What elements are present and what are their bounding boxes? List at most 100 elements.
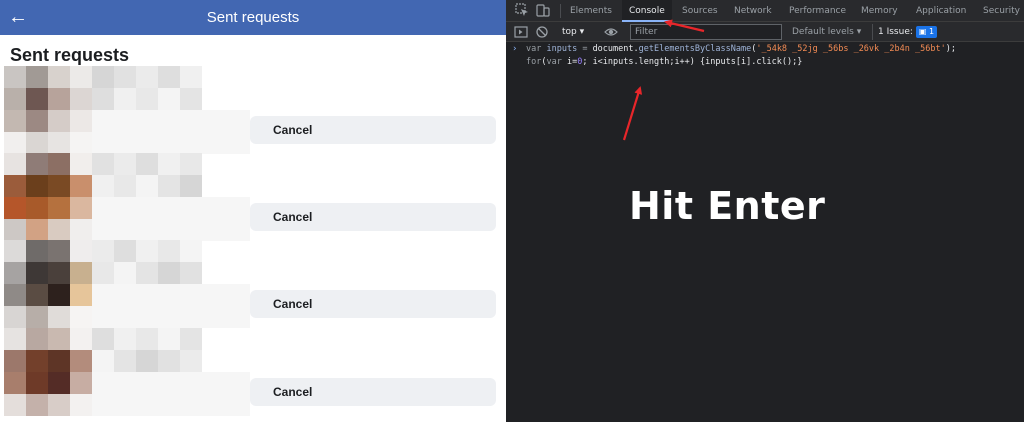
blurred-avatar-pixel <box>48 372 70 394</box>
blurred-avatar-pixel <box>26 175 48 197</box>
blurred-avatar-pixel <box>4 197 26 219</box>
blurred-avatar-pixel <box>48 284 70 306</box>
blurred-avatar-pixel <box>48 262 70 284</box>
blurred-name-pixel <box>92 240 114 262</box>
prompt-chevron-icon: › <box>512 44 518 54</box>
blurred-avatar-pixel <box>48 175 70 197</box>
blurred-avatar-pixel <box>26 197 48 219</box>
blurred-avatar-pixel <box>26 328 48 350</box>
blurred-avatar-pixel <box>4 88 26 110</box>
blurred-avatar-pixel <box>26 132 48 154</box>
clear-console-icon[interactable] <box>535 25 549 39</box>
cancel-request-button[interactable]: Cancel <box>250 116 496 144</box>
blurred-avatar-pixel <box>4 372 26 394</box>
blurred-name-pixel <box>92 328 114 350</box>
blurred-name-pixel <box>136 240 158 262</box>
devtools-tab-bar: Elements Console Sources Network Perform… <box>506 0 1024 22</box>
blurred-name-pixel <box>180 350 202 372</box>
blurred-avatar-pixel <box>4 132 26 154</box>
code-token: var <box>546 57 562 67</box>
blurred-avatar-pixel <box>4 175 26 197</box>
tab-console[interactable]: Console <box>622 0 672 22</box>
blurred-name-pixel <box>114 328 136 350</box>
inspect-element-icon[interactable] <box>515 3 529 17</box>
app-header: ← Sent requests <box>0 0 506 35</box>
blurred-avatar-pixel <box>26 110 48 132</box>
blurred-avatar-pixel <box>4 153 26 175</box>
blurred-avatar-pixel <box>70 306 92 328</box>
blurred-avatar-pixel <box>4 219 26 241</box>
blurred-avatar-pixel <box>48 88 70 110</box>
live-expression-eye-icon[interactable] <box>604 25 618 39</box>
blurred-name-pixel <box>114 262 136 284</box>
show-sidebar-icon[interactable] <box>514 25 528 39</box>
blurred-name-pixel <box>114 350 136 372</box>
blurred-name-pixel <box>180 240 202 262</box>
blurred-name-pixel <box>92 66 114 88</box>
code-token: var <box>526 44 542 54</box>
blurred-card-strip <box>92 110 250 154</box>
blurred-avatar-pixel <box>26 219 48 241</box>
blurred-card-strip <box>92 197 250 241</box>
blurred-name-pixel <box>158 350 180 372</box>
blurred-avatar-pixel <box>70 219 92 241</box>
console-filter-input[interactable] <box>630 24 782 40</box>
blurred-name-pixel <box>92 175 114 197</box>
blurred-avatar-pixel <box>70 394 92 416</box>
blurred-avatar-pixel <box>4 240 26 262</box>
code-token: getElementsByClassName <box>638 44 752 54</box>
blurred-name-pixel <box>92 88 114 110</box>
blurred-name-pixel <box>158 240 180 262</box>
toolbar-divider <box>560 4 561 18</box>
issues-button[interactable]: 1 Issue: ▣ 1 <box>872 24 942 40</box>
blurred-name-pixel <box>136 88 158 110</box>
blurred-name-pixel <box>114 153 136 175</box>
tab-elements[interactable]: Elements <box>570 0 612 22</box>
blurred-avatar-pixel <box>4 328 26 350</box>
tab-application[interactable]: Application <box>916 0 966 22</box>
blurred-avatar-pixel <box>48 394 70 416</box>
blurred-name-pixel <box>180 88 202 110</box>
blurred-avatar-pixel <box>70 66 92 88</box>
blurred-avatar-pixel <box>70 132 92 154</box>
blurred-name-pixel <box>136 66 158 88</box>
blurred-name-pixel <box>180 328 202 350</box>
cancel-request-button[interactable]: Cancel <box>250 203 496 231</box>
console-code-line: for(var i=0; i<inputs.length;i++) {input… <box>526 56 802 68</box>
blurred-name-pixel <box>136 262 158 284</box>
tab-sources[interactable]: Sources <box>682 0 718 22</box>
blurred-name-pixel <box>158 88 180 110</box>
code-token: document. <box>592 44 639 54</box>
blurred-name-pixel <box>114 88 136 110</box>
blurred-name-pixel <box>180 262 202 284</box>
log-levels-select[interactable]: Default levels ▾ <box>792 25 861 39</box>
blurred-avatar-pixel <box>48 306 70 328</box>
issues-count-badge: ▣ 1 <box>915 26 938 38</box>
tab-security[interactable]: Security <box>983 0 1020 22</box>
blurred-avatar-pixel <box>70 350 92 372</box>
blurred-avatar-pixel <box>70 88 92 110</box>
blurred-avatar-pixel <box>4 350 26 372</box>
blurred-name-pixel <box>114 66 136 88</box>
blurred-avatar-pixel <box>26 350 48 372</box>
device-toolbar-icon[interactable] <box>536 3 550 17</box>
javascript-context-select[interactable]: top ▾ <box>562 25 584 39</box>
blurred-avatar-pixel <box>48 197 70 219</box>
tab-memory[interactable]: Memory <box>861 0 898 22</box>
blurred-name-pixel <box>136 153 158 175</box>
tab-performance[interactable]: Performance <box>789 0 846 22</box>
blurred-name-pixel <box>92 262 114 284</box>
blurred-name-pixel <box>158 66 180 88</box>
blurred-name-pixel <box>158 175 180 197</box>
blurred-avatar-pixel <box>70 197 92 219</box>
blurred-avatar-pixel <box>26 66 48 88</box>
blurred-avatar-pixel <box>70 110 92 132</box>
blurred-avatar-pixel <box>4 66 26 88</box>
cancel-request-button[interactable]: Cancel <box>250 290 496 318</box>
blurred-name-pixel <box>136 175 158 197</box>
blurred-name-pixel <box>92 350 114 372</box>
tab-network[interactable]: Network <box>734 0 772 22</box>
blurred-name-pixel <box>136 350 158 372</box>
cancel-request-button[interactable]: Cancel <box>250 378 496 406</box>
blurred-avatar-pixel <box>26 394 48 416</box>
